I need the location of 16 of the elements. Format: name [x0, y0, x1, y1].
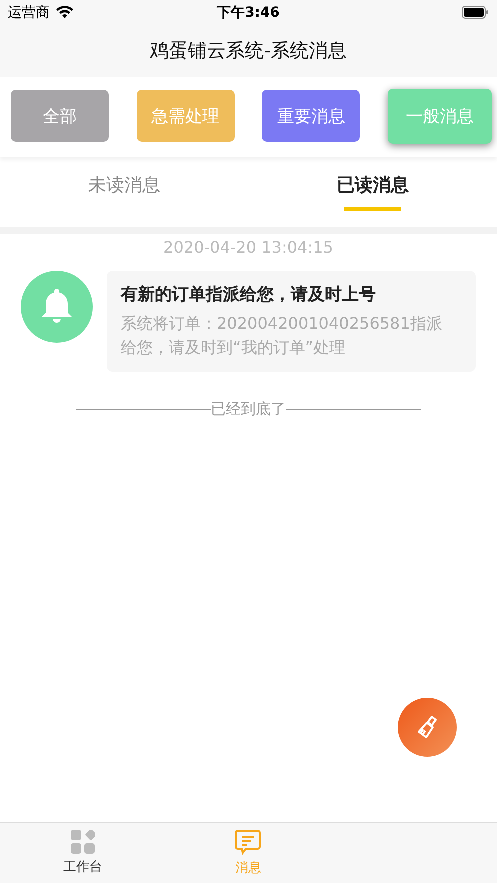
carrier-name: 运营商	[8, 4, 50, 22]
page-title: 鸡蛋铺云系统-系统消息	[150, 39, 347, 64]
message-timestamp: 2020-04-20 13:04:15	[162, 238, 334, 257]
tab-bar-item[interactable]: 消息	[166, 823, 332, 883]
message-card[interactable]: 有新的订单指派给您，请及时上号 系统将订单：2020042001040256581指派给您，请及时到“我的订单”处理	[107, 271, 476, 372]
battery-icon	[462, 6, 489, 19]
chat-icon	[235, 829, 262, 855]
message-title: 有新的订单指派给您，请及时上号	[121, 284, 377, 306]
end-of-list-note: 已经到底了	[211, 400, 286, 419]
message-body: 系统将订单：2020042001040256581指派给您，请及时到“我的订单”处理	[121, 313, 444, 359]
clock-time: 下午3:46	[217, 4, 280, 20]
filter-button[interactable]: 重要消息	[262, 90, 360, 142]
filter-button[interactable]: 全部	[11, 90, 109, 142]
wifi-icon	[56, 6, 74, 19]
tab-bar-item[interactable]: 工作台	[0, 823, 166, 883]
grid-icon	[70, 830, 95, 854]
